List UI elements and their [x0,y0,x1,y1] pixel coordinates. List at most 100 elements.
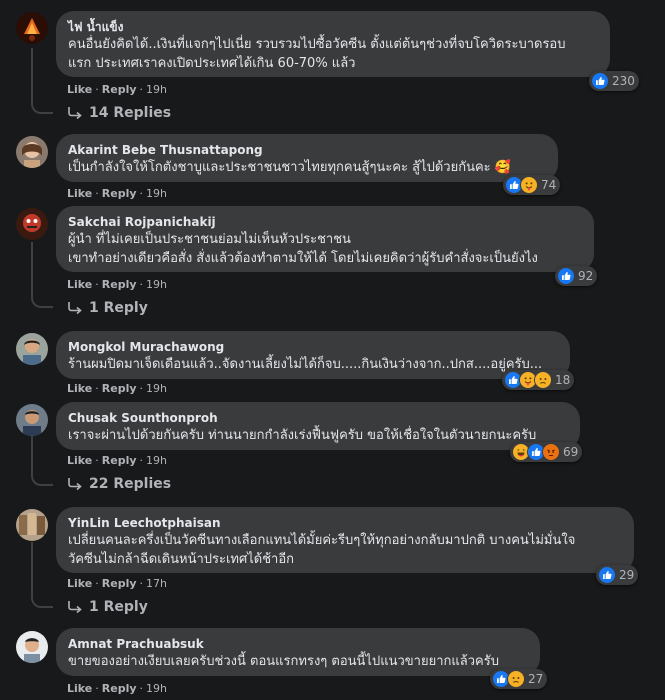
comment-bubble: YinLin Leechotphaisan เปลี่ยนคนละครึ่งเป… [56,507,634,573]
comment-text-line: เปลี่ยนคนละครึ่งเป็นวัคซีนทางเลือกแทนได้… [68,533,576,548]
angry-reaction-icon [542,443,560,461]
replies-label: 1 Reply [89,599,148,615]
like-button[interactable]: Like [67,83,92,96]
reply-arrow-icon [67,301,83,315]
avatar-image-icon [16,208,48,240]
like-reaction-icon [591,72,609,90]
timestamp[interactable]: 19h [146,187,167,200]
commenter-name[interactable]: Mongkol Murachawong [68,339,558,355]
replies-label: 1 Reply [89,300,148,316]
like-button[interactable]: Like [67,187,92,200]
avatar-image-icon [16,404,48,436]
like-reaction-icon [598,566,616,584]
commenter-name[interactable]: Akarint Bebe Thusnattapong [68,142,546,158]
timestamp[interactable]: 19h [146,83,167,96]
view-replies-button[interactable]: 14 Replies [67,105,171,121]
timestamp[interactable]: 19h [146,454,167,467]
reply-button[interactable]: Reply [102,577,137,590]
reaction-count: 92 [578,269,594,283]
comment-actions: Like · Reply · 17h [67,577,167,590]
comment-actions: Like · Reply · 19h [67,454,167,467]
reaction-summary[interactable]: 18 [502,370,575,390]
comment-bubble: Sakchai Rojpanichakij ผู้นำ ที่ไม่เคยเป็… [56,206,594,272]
view-replies-button[interactable]: 22 Replies [67,476,171,492]
like-button[interactable]: Like [67,577,92,590]
avatar[interactable] [16,12,48,44]
reply-button[interactable]: Reply [102,187,137,200]
reply-button[interactable]: Reply [102,83,137,96]
comment-actions: Like · Reply · 19h [67,187,167,200]
commenter-name[interactable]: YinLin Leechotphaisan [68,515,622,531]
thread-line [31,242,33,296]
avatar-image-icon [16,136,48,168]
comment-text-line: เขาทำอย่างเดียวคือสั่ง สั่งแล้วต้องทำตาม… [68,251,538,266]
avatar[interactable] [16,631,48,663]
like-reaction-icon [557,267,575,285]
thread-elbow [31,474,53,486]
comment-bubble: Amnat Prachuabsuk ขายของอย่างเงียบเลยครั… [56,628,540,676]
comment-text-line: คนอื่นยังคิดได้..เงินที่แจกๆไปเนี่ย รวบร… [68,37,566,52]
avatar-image-icon [16,631,48,663]
reaction-summary[interactable]: 74 [503,175,561,195]
comment-bubble: Chusak Sounthonproh เราจะผ่านไปด้วยกันคร… [56,402,580,450]
thread-elbow [31,102,53,114]
avatar[interactable] [16,509,48,541]
comment-text-line: วัคซีนไม่กล้าฉีดเดินหน้าประเทศได้ช้าอีก [68,552,295,567]
reaction-summary[interactable]: 27 [490,669,548,689]
comment-actions: Like · Reply · 19h [67,682,167,695]
commenter-name[interactable]: Amnat Prachuabsuk [68,636,528,652]
commenter-name[interactable]: Chusak Sounthonproh [68,410,568,426]
avatar-image-icon [16,333,48,365]
comment-text-line: ขายของอย่างเงียบเลยครับช่วงนี้ ตอนแรกทรง… [68,654,499,669]
commenter-name[interactable]: Sakchai Rojpanichakij [68,214,582,230]
like-button[interactable]: Like [67,382,92,395]
like-button[interactable]: Like [67,278,92,291]
comment-actions: Like · Reply · 19h [67,382,167,395]
reaction-count: 69 [563,445,579,459]
comment-text-line: ผู้นำ ที่ไม่เคยเป็นประชาชนย่อมไม่เห็นหัว… [68,232,351,247]
reaction-count: 29 [619,568,635,582]
avatar-image-icon [16,12,48,44]
replies-label: 14 Replies [89,105,172,121]
view-replies-button[interactable]: 1 Reply [67,599,148,615]
reply-button[interactable]: Reply [102,278,137,291]
comment-text-line: เราจะผ่านไปด้วยกันครับ ท่านนายกกำลังเร่ง… [68,428,537,443]
thread-line [31,434,33,474]
reaction-count: 74 [541,178,557,192]
reply-button[interactable]: Reply [102,454,137,467]
reaction-count: 18 [555,373,571,387]
avatar-image-icon [16,509,48,541]
care-reaction-icon [520,176,538,194]
view-replies-button[interactable]: 1 Reply [67,300,148,316]
thread-elbow [31,596,53,608]
timestamp[interactable]: 19h [146,682,167,695]
timestamp[interactable]: 19h [146,278,167,291]
reply-button[interactable]: Reply [102,382,137,395]
timestamp[interactable]: 19h [146,382,167,395]
comment-actions: Like · Reply · 19h [67,83,167,96]
timestamp[interactable]: 17h [146,577,167,590]
sad-reaction-icon [534,371,552,389]
avatar[interactable] [16,404,48,436]
comment-text-line: แรก ประเทศเราคงเปิดประเทศได้เกิน 60-70% … [68,56,356,71]
avatar[interactable] [16,136,48,168]
like-button[interactable]: Like [67,454,92,467]
reaction-summary[interactable]: 230 [589,71,639,91]
reaction-summary[interactable]: 69 [510,442,583,462]
comment-text-line: เป็นกำลังใจให้โกตังชาบูและประชาชนชาวไทยท… [68,160,511,175]
avatar[interactable] [16,333,48,365]
reaction-count: 27 [528,672,544,686]
comment-bubble: Akarint Bebe Thusnattapong เป็นกำลังใจให… [56,134,558,182]
reaction-summary[interactable]: 29 [596,565,639,585]
like-button[interactable]: Like [67,682,92,695]
avatar[interactable] [16,208,48,240]
reply-arrow-icon [67,600,83,614]
comment-text-line: ร้านผมปิดมาเจ็ดเดือนแล้ว..จัดงานเลี้ยงไม… [68,357,543,372]
thread-line [31,542,33,596]
reaction-summary[interactable]: 92 [555,266,598,286]
commenter-name[interactable]: ไฟ น้ำแข็ง [68,19,598,35]
comment-bubble: Mongkol Murachawong ร้านผมปิดมาเจ็ดเดือน… [56,331,570,379]
reply-arrow-icon [67,106,83,120]
reply-button[interactable]: Reply [102,682,137,695]
reply-arrow-icon [67,477,83,491]
